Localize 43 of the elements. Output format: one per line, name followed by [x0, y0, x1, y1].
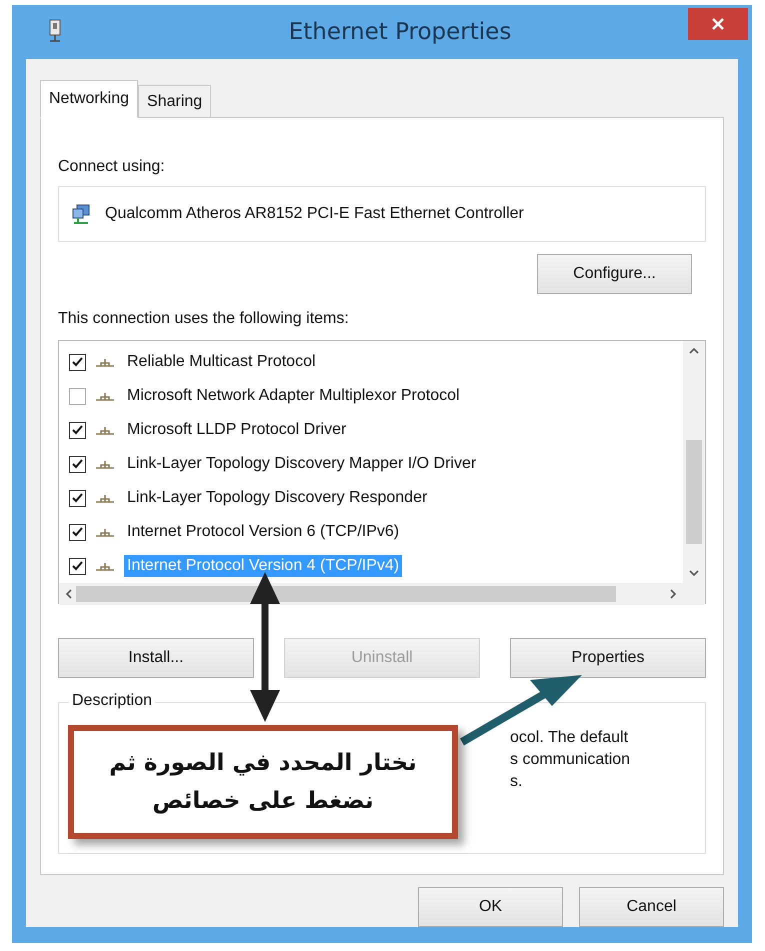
- protocol-icon: [94, 458, 116, 470]
- protocol-icon: [94, 560, 116, 572]
- close-button[interactable]: [688, 8, 748, 40]
- chevron-left-icon: [65, 589, 72, 599]
- list-item[interactable]: Internet Protocol Version 6 (TCP/IPv6): [124, 521, 402, 543]
- protocol-icon: [94, 492, 116, 504]
- checkbox[interactable]: [69, 456, 86, 472]
- tab[interactable]: Sharing: [138, 85, 212, 118]
- close-icon: [711, 17, 725, 31]
- checkbox[interactable]: [69, 422, 86, 438]
- dialog-button[interactable]: Cancel: [579, 887, 724, 927]
- chevron-up-icon: [689, 347, 699, 354]
- checkbox[interactable]: [69, 490, 86, 506]
- window-title: Ethernet Properties: [288, 19, 512, 45]
- items-label: This connection uses the following items:: [58, 310, 350, 328]
- horizontal-scrollbar[interactable]: [59, 583, 683, 605]
- list-item[interactable]: Microsoft LLDP Protocol Driver: [124, 419, 350, 441]
- vertical-scrollbar[interactable]: [683, 341, 705, 583]
- protocol-icon: [94, 526, 116, 538]
- list-item[interactable]: Link-Layer Topology Discovery Responder: [124, 487, 430, 509]
- adapter-name: Qualcomm Atheros AR8152 PCI-E Fast Ethernet Controller: [105, 205, 524, 223]
- configure-button[interactable]: Configure...: [537, 254, 692, 294]
- checkbox[interactable]: [69, 558, 86, 574]
- description-text: ocol. The default s communication s.: [510, 728, 632, 792]
- tab[interactable]: Networking: [40, 80, 138, 118]
- protocol-icon: [94, 424, 116, 436]
- checkbox[interactable]: [69, 524, 86, 540]
- list-item[interactable]: Link-Layer Topology Discovery Mapper I/O Driver: [124, 453, 480, 475]
- callout-text: نختار المحدد في الصورة ثم نضغط على خصائص: [68, 725, 458, 839]
- action-button[interactable]: Install...: [58, 638, 254, 678]
- chevron-down-icon: [689, 570, 699, 577]
- checkbox[interactable]: [69, 388, 86, 404]
- dialog-button[interactable]: OK: [418, 887, 563, 927]
- chevron-right-icon: [670, 589, 677, 599]
- action-button[interactable]: Properties: [510, 638, 706, 678]
- connect-using-label: Connect using:: [58, 158, 166, 176]
- protocol-icon: [94, 356, 116, 368]
- list-item[interactable]: Reliable Multicast Protocol: [124, 351, 319, 373]
- protocol-icon: [94, 390, 116, 402]
- checkbox[interactable]: [69, 354, 86, 370]
- description-label: Description: [69, 692, 156, 710]
- list-item[interactable]: Microsoft Network Adapter Multiplexor Protocol: [124, 385, 463, 407]
- network-icon: [48, 19, 62, 45]
